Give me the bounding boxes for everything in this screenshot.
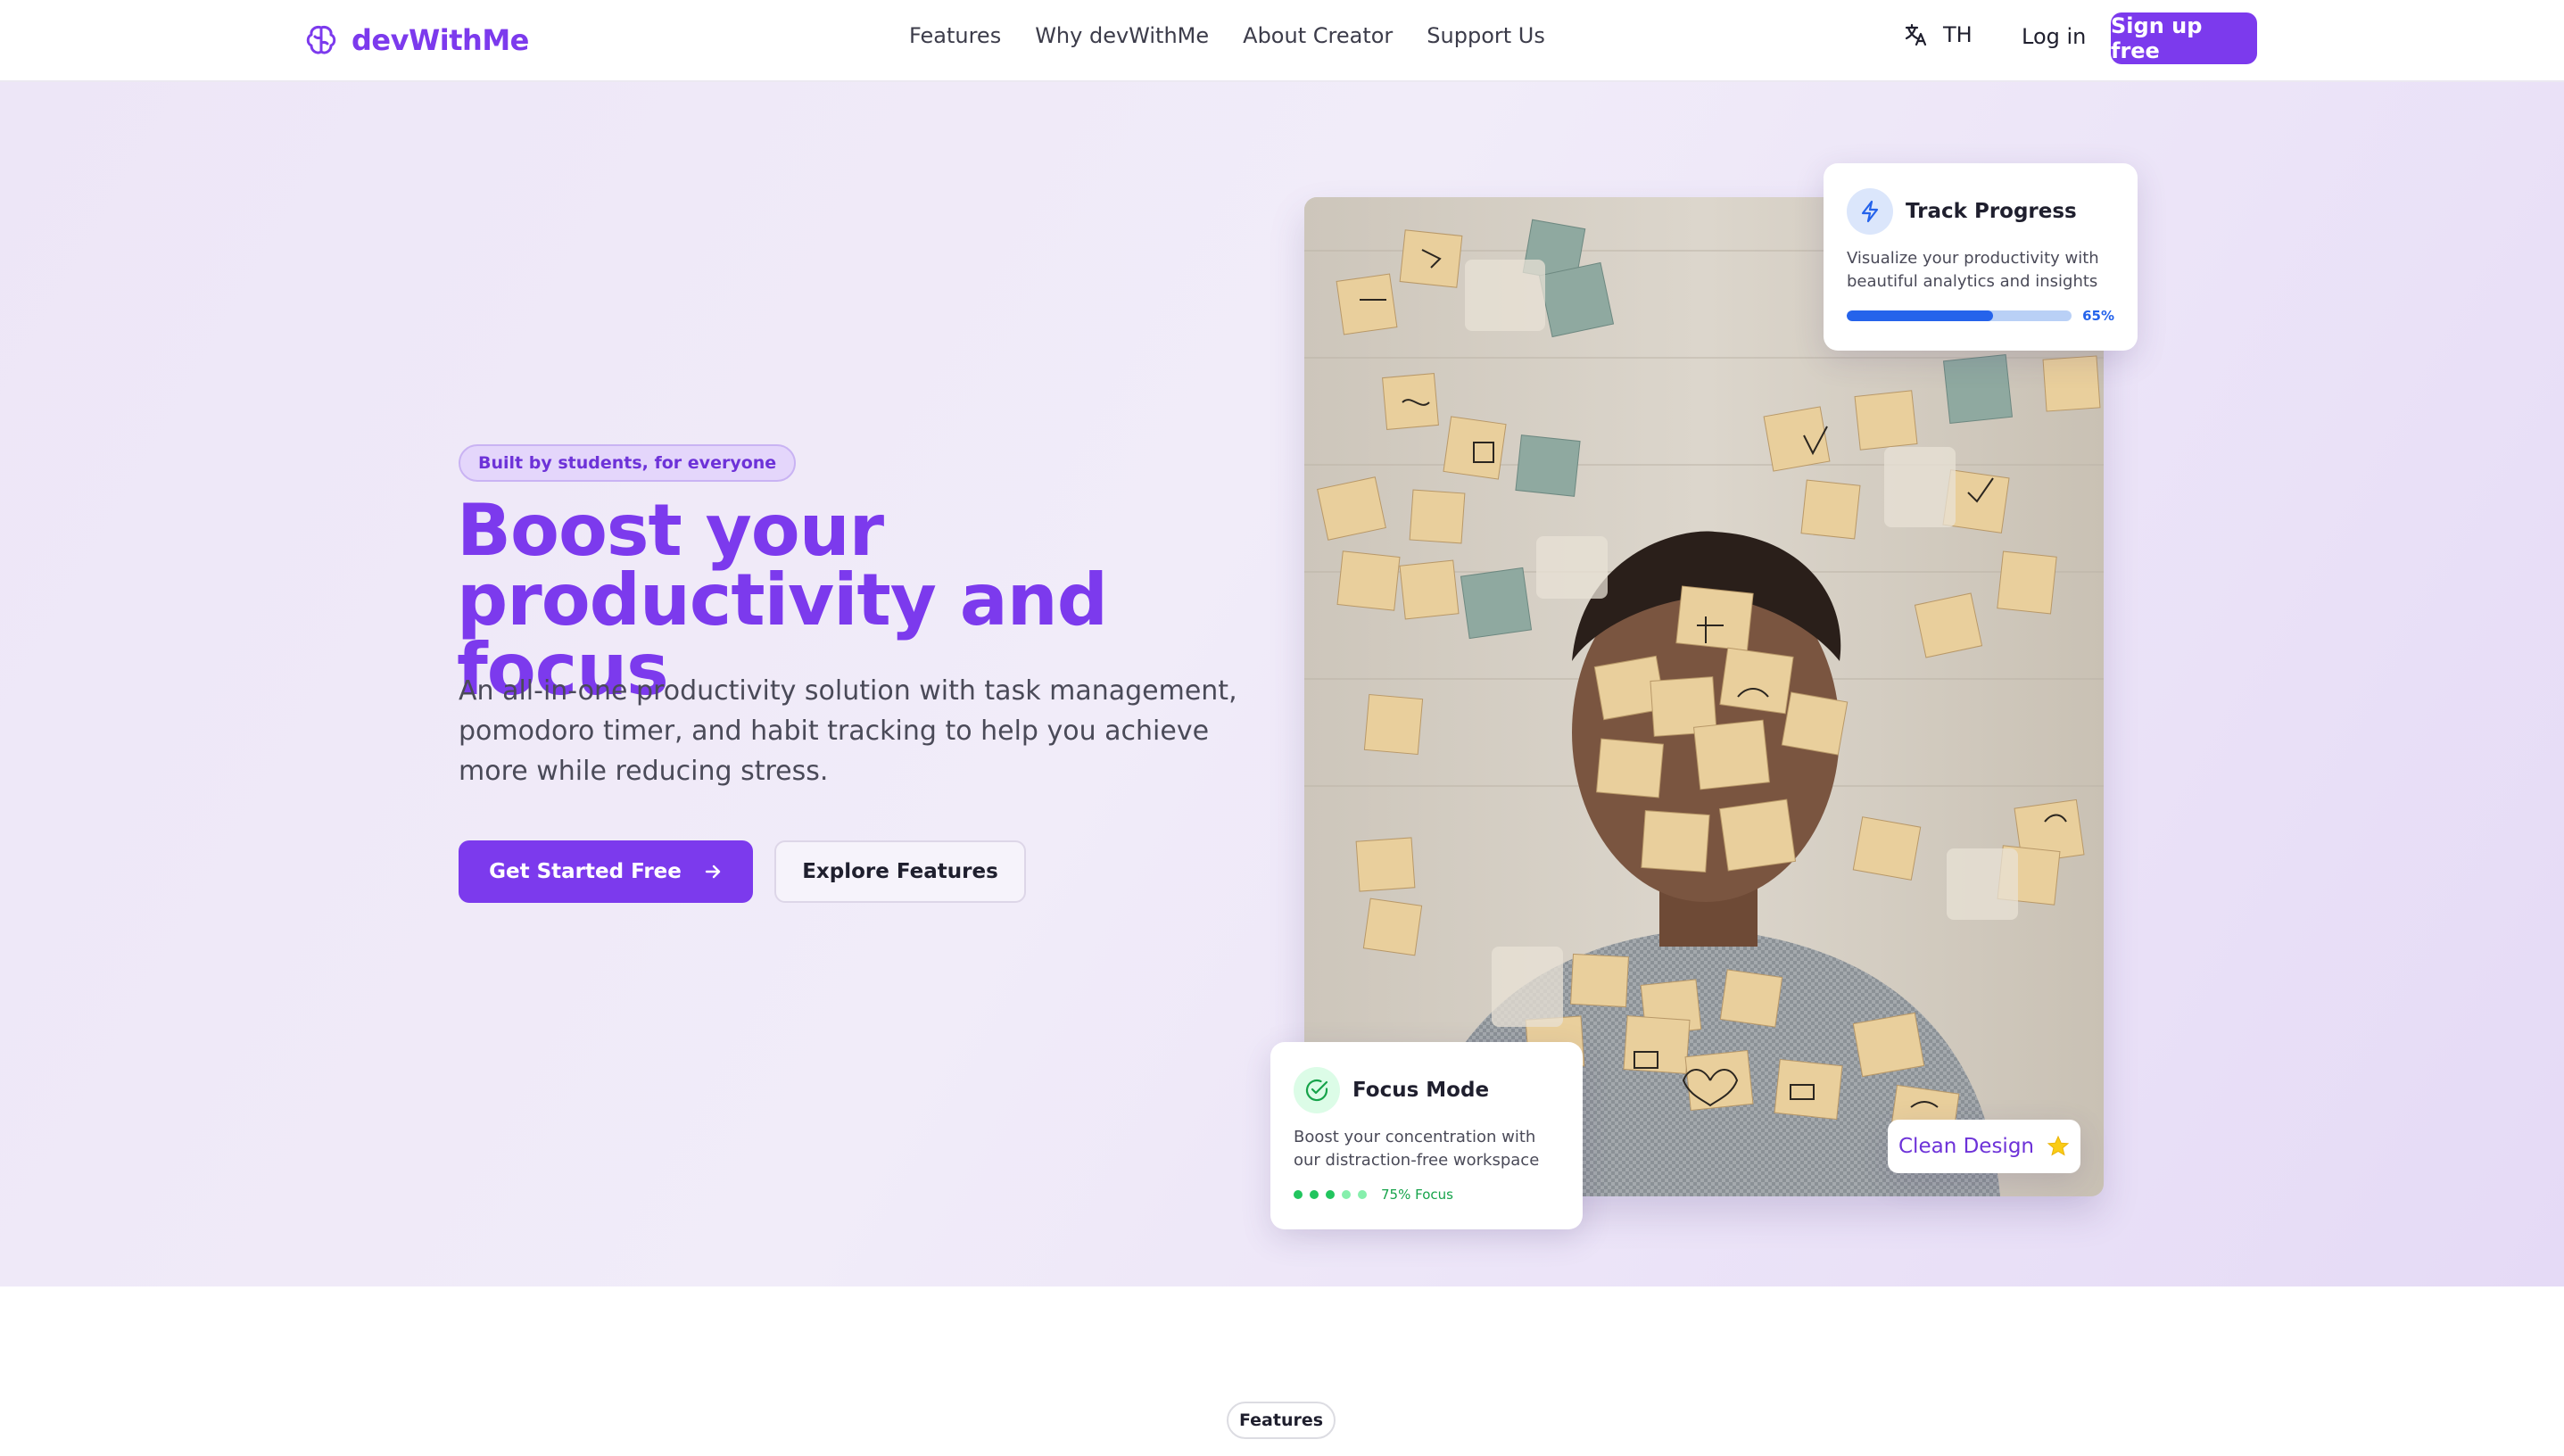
track-progress-header: Track Progress	[1847, 188, 2114, 235]
track-progress-description: Visualize your productivity with beautif…	[1847, 249, 2099, 291]
focus-dot	[1342, 1190, 1351, 1199]
brand-name: devWithMe	[352, 23, 529, 57]
explore-features-button[interactable]: Explore Features	[774, 840, 1026, 903]
progress-percent: 65%	[2082, 308, 2114, 324]
language-label: TH	[1943, 22, 1973, 47]
nav-link-why[interactable]: Why devWithMe	[1035, 23, 1209, 48]
nav-link-support[interactable]: Support Us	[1427, 23, 1545, 48]
focus-mode-card: Focus Mode Boost your concentration with…	[1270, 1042, 1583, 1229]
track-progress-card: Track Progress Visualize your productivi…	[1824, 163, 2138, 351]
star-icon	[2047, 1135, 2070, 1156]
hero-subtext: An all-in-one productivity solution with…	[459, 675, 1237, 787]
check-circle-icon	[1294, 1067, 1340, 1113]
arrow-right-icon	[705, 864, 721, 879]
clean-design-chip: Clean Design	[1888, 1120, 2080, 1173]
brand-logo[interactable]: devWithMe	[303, 18, 529, 62]
get-started-label: Get Started Free	[489, 860, 682, 883]
focus-mode-header: Focus Mode	[1294, 1067, 1559, 1113]
brain-icon	[306, 26, 336, 54]
language-switcher[interactable]: TH	[1904, 22, 1973, 47]
lightning-icon	[1847, 188, 1893, 235]
translate-icon	[1905, 23, 1927, 46]
track-progress-bar-row: 65%	[1847, 308, 2114, 324]
track-progress-title: Track Progress	[1906, 200, 2077, 223]
main-nav: Features Why devWithMe About Creator Sup…	[909, 23, 1545, 48]
clean-design-label: Clean Design	[1898, 1135, 2034, 1158]
progress-bar-fill	[1847, 310, 1993, 321]
login-link[interactable]: Log in	[2022, 24, 2086, 49]
focus-dot	[1294, 1190, 1303, 1199]
focus-level-indicator: 75% Focus	[1294, 1187, 1559, 1203]
focus-level-label: 75% Focus	[1381, 1187, 1453, 1203]
features-section-pill: Features	[1227, 1402, 1336, 1439]
signup-button[interactable]: Sign up free	[2111, 12, 2257, 64]
progress-bar	[1847, 310, 2072, 321]
nav-link-about-creator[interactable]: About Creator	[1243, 23, 1393, 48]
nav-link-features[interactable]: Features	[909, 23, 1001, 48]
focus-dot	[1310, 1190, 1319, 1199]
hero-badge: Built by students, for everyone	[459, 444, 797, 482]
get-started-button[interactable]: Get Started Free	[459, 840, 753, 903]
focus-dot	[1326, 1190, 1335, 1199]
focus-mode-title: Focus Mode	[1352, 1079, 1490, 1102]
top-navbar: devWithMe Features Why devWithMe About C…	[0, 0, 2564, 82]
focus-dot	[1358, 1190, 1367, 1199]
focus-mode-description: Boost your concentration with our distra…	[1294, 1128, 1540, 1170]
